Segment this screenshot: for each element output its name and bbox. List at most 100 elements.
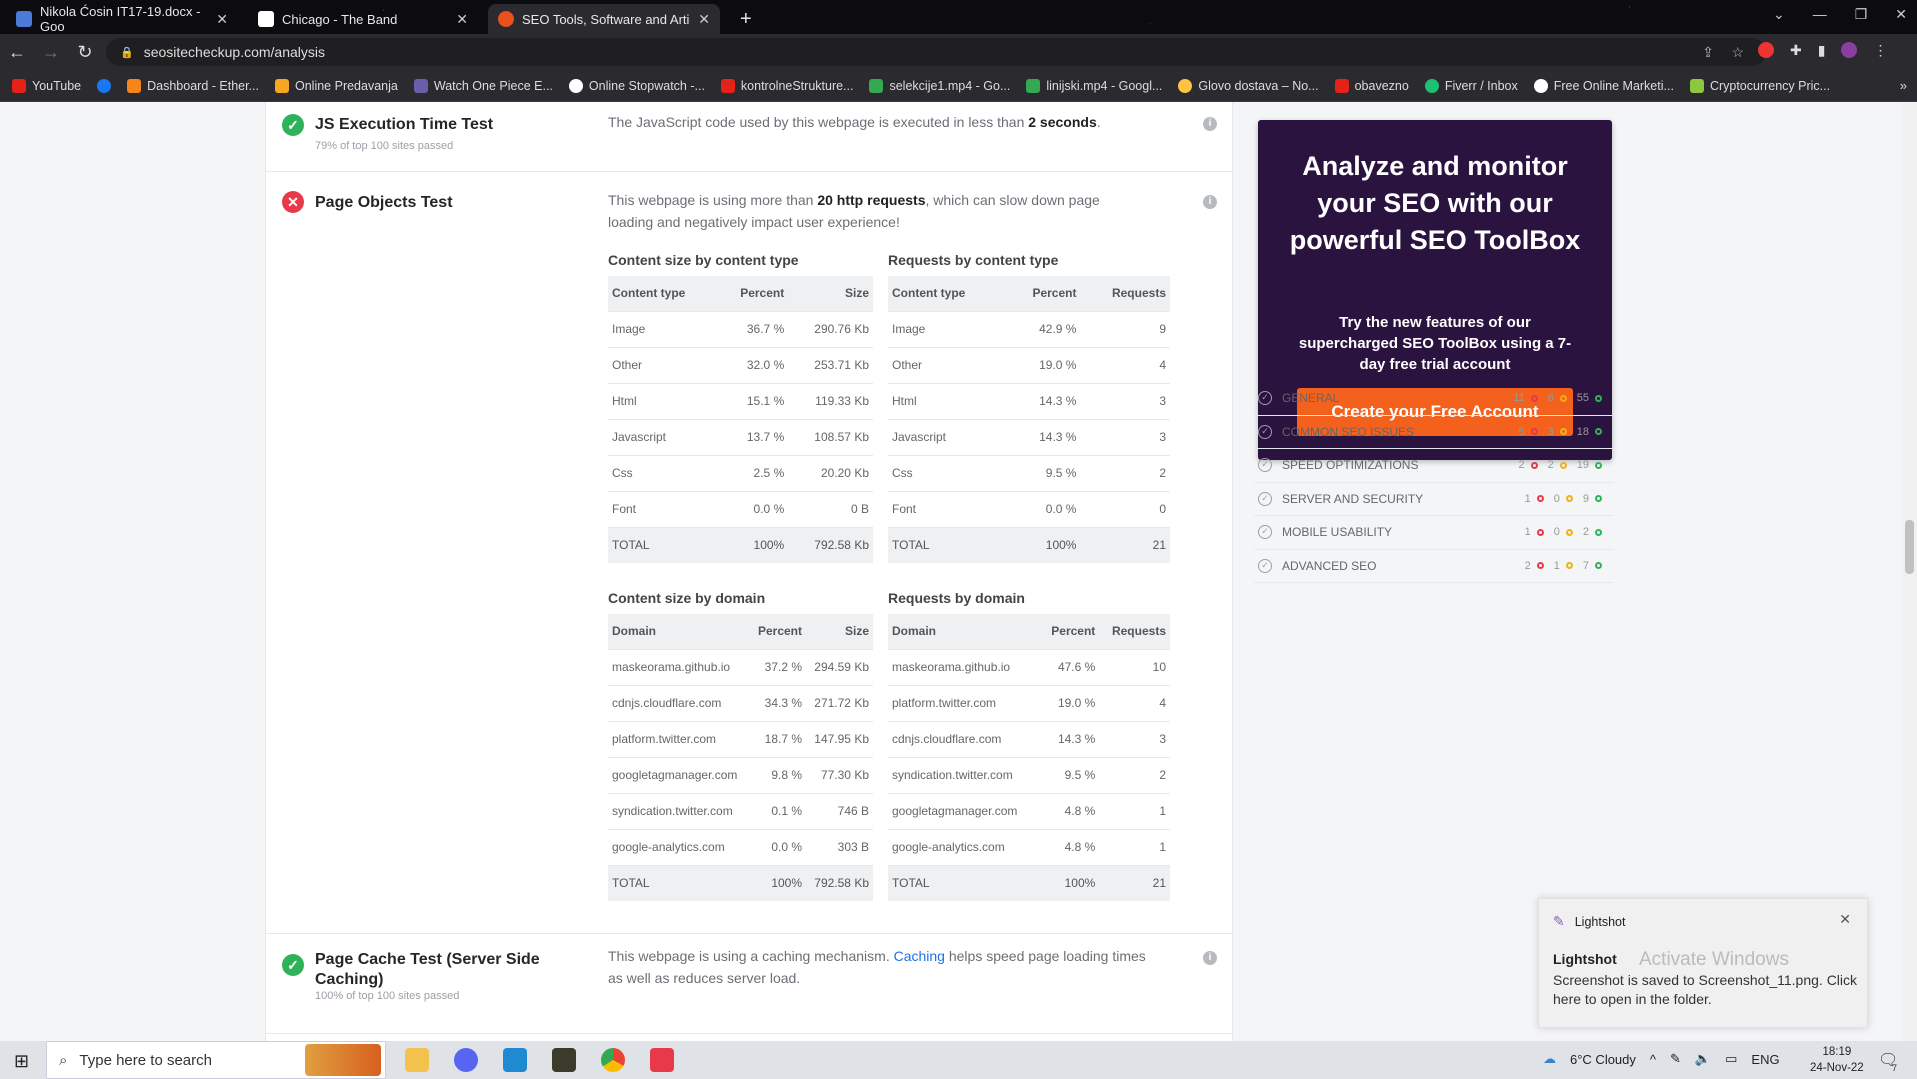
red-dot-icon <box>1530 428 1538 436</box>
restore-icon[interactable]: ❐ <box>1855 6 1868 23</box>
tab-title: SEO Tools, Software and Articles <box>522 11 690 27</box>
red-dot-icon <box>1536 528 1544 536</box>
category-item[interactable]: ✓ MOBILE USABILITY 1 0 2 <box>1254 516 1614 550</box>
chrome-icon[interactable] <box>601 1048 625 1072</box>
table-cell: 253.71 Kb <box>788 346 873 383</box>
profile-avatar-icon[interactable] <box>1841 42 1858 58</box>
close-tab-icon[interactable]: ✕ <box>698 11 710 28</box>
close-tab-icon[interactable]: ✕ <box>216 11 228 28</box>
tray-chevron-icon[interactable]: ^ <box>1650 1052 1656 1067</box>
google-drive-icon <box>1026 78 1041 93</box>
table-cell: Font <box>888 490 1006 527</box>
bookmark-ethermine[interactable]: Dashboard - Ether... <box>127 78 259 93</box>
bookmark-marketing[interactable]: Free Online Marketi... <box>1533 78 1674 93</box>
close-tab-icon[interactable]: ✕ <box>456 11 468 28</box>
windows-taskbar: ⊞ ⌕ Type here to search ☁ 6°C Cloudy ^ ✎… <box>0 1041 1917 1079</box>
more-bookmarks-icon[interactable]: » <box>1900 78 1907 93</box>
tab-chicago[interactable]: Chicago - The Band ✕ <box>248 4 478 34</box>
volume-icon[interactable]: 🔈 <box>1695 1051 1711 1067</box>
bookmark-facebook[interactable] <box>97 78 112 93</box>
info-icon[interactable]: i <box>1203 195 1217 209</box>
table-cell: 0.0 % <box>717 490 789 527</box>
bookmark-linijski[interactable]: linijski.mp4 - Googl... <box>1026 78 1162 93</box>
bookmark-glovo[interactable]: Glovo dostava – No... <box>1178 78 1319 93</box>
column-header: Percent <box>1040 614 1100 649</box>
category-item[interactable]: ✓ COMMON SEO ISSUES 5 3 18 <box>1254 416 1614 449</box>
table-cell: 3 <box>1080 382 1170 419</box>
column-header: Content type <box>608 276 718 311</box>
lightshot-notification[interactable]: ✎ Lightshot ✕ Lightshot Activate Windows… <box>1538 898 1868 1028</box>
check-circle-icon: ✓ <box>1258 525 1272 540</box>
warn-count: 0 <box>1554 493 1573 505</box>
share-icon[interactable]: ⇪ <box>1702 44 1714 61</box>
close-toast-icon[interactable]: ✕ <box>1839 911 1851 928</box>
bookmark-one-piece[interactable]: Watch One Piece E... <box>413 78 553 93</box>
bookmark-crypto[interactable]: Cryptocurrency Pric... <box>1689 78 1830 93</box>
bookmark-fiverr[interactable]: Fiverr / Inbox <box>1424 78 1518 93</box>
table-row: Javascript 13.7 % 108.57 Kb <box>608 418 873 455</box>
pass-check-icon: ✓ <box>282 954 304 976</box>
league-icon[interactable] <box>552 1048 576 1072</box>
caching-link[interactable]: Caching <box>894 948 945 964</box>
category-label: SPEED OPTIMIZATIONS <box>1282 458 1419 473</box>
new-tab-button[interactable]: + <box>730 4 762 34</box>
sidepanel-icon[interactable]: ▮ <box>1818 42 1826 59</box>
table-cell: Other <box>608 346 718 383</box>
page-scrollbar[interactable] <box>1902 102 1917 1041</box>
category-item[interactable]: ✓ ADVANCED SEO 2 1 7 <box>1254 550 1614 583</box>
forward-icon[interactable]: → <box>34 42 68 63</box>
table-title: Requests by domain <box>888 590 1025 606</box>
category-item[interactable]: ✓ SPEED OPTIMIZATIONS 2 2 19 <box>1254 449 1614 483</box>
back-icon[interactable]: ← <box>0 42 34 63</box>
info-icon[interactable]: i <box>1203 951 1217 965</box>
bookmark-stopwatch[interactable]: Online Stopwatch -... <box>568 78 705 93</box>
close-window-icon[interactable]: ✕ <box>1895 6 1907 23</box>
address-bar[interactable]: 🔒 seositecheckup.com/analysis ⇪ ☆ <box>106 38 1766 66</box>
clock-date: 24-Nov-22 <box>1810 1062 1864 1074</box>
table-cell: 19.0 % <box>1040 684 1100 721</box>
promo-text: Try the new features of our supercharged… <box>1298 314 1572 373</box>
scrollbar-thumb[interactable] <box>1905 520 1914 574</box>
pen-icon[interactable]: ✎ <box>1670 1051 1681 1067</box>
bookmark-star-icon[interactable]: ☆ <box>1731 44 1744 61</box>
bookmark-predavanja[interactable]: Online Predavanja <box>275 78 398 93</box>
discord-icon[interactable] <box>454 1048 478 1072</box>
bookmark-obavezno[interactable]: obavezno <box>1334 78 1409 93</box>
table-cell: 14.3 % <box>1005 382 1081 419</box>
vivaldi-icon[interactable] <box>650 1048 674 1072</box>
minimize-icon[interactable]: — <box>1813 6 1827 23</box>
category-item[interactable]: ✓ SERVER AND SECURITY 1 0 9 <box>1254 483 1614 516</box>
pass-count: 2 <box>1583 526 1602 538</box>
table-row: Html 14.3 % 3 <box>888 382 1170 419</box>
bookmark-selekcije[interactable]: selekcije1.mp4 - Go... <box>869 78 1010 93</box>
reload-icon[interactable]: ↻ <box>68 42 102 63</box>
glovo-icon <box>1178 78 1193 93</box>
category-counts: 11 6 55 <box>1513 392 1602 404</box>
lightshot-feather-icon: ✎ <box>1553 913 1565 929</box>
clock[interactable]: 18:19 24-Nov-22 <box>1810 1044 1864 1076</box>
table-cell: 792.58 Kb <box>806 864 873 901</box>
bookmark-youtube[interactable]: YouTube <box>12 78 81 93</box>
category-item[interactable]: ✓ GENERAL 11 6 55 <box>1254 382 1614 416</box>
tab-seo-tools[interactable]: SEO Tools, Software and Articles ✕ <box>488 4 720 34</box>
test-subtitle: 100% of top 100 sites passed <box>315 990 460 1002</box>
extensions-puzzle-icon[interactable]: ✚ <box>1790 42 1802 59</box>
tab-search-icon[interactable]: ⌄ <box>1773 6 1785 23</box>
vscode-icon[interactable] <box>503 1048 527 1072</box>
table-row: Font 0.0 % 0 B <box>608 490 873 527</box>
windows-start-icon[interactable]: ⊞ <box>14 1051 29 1072</box>
bookmark-kontrolne[interactable]: kontrolneStrukture... <box>720 78 853 93</box>
language-indicator[interactable]: ENG <box>1751 1052 1779 1067</box>
green-dot-icon <box>1595 428 1602 436</box>
taskbar-search[interactable]: ⌕ Type here to search <box>46 1041 386 1079</box>
column-header: Size <box>806 614 873 649</box>
adblock-extension-icon[interactable] <box>1758 42 1774 58</box>
network-icon[interactable]: ▭ <box>1725 1051 1737 1067</box>
info-icon[interactable]: i <box>1203 117 1217 131</box>
weather-text[interactable]: 6°C Cloudy <box>1570 1052 1636 1067</box>
menu-kebab-icon[interactable]: ⋮ <box>1873 42 1887 59</box>
fail-count: 2 <box>1525 560 1544 572</box>
tab-google-docs[interactable]: Nikola Ćosin IT17-19.docx - Goo ✕ <box>6 4 238 34</box>
table-cell: 21 <box>1080 526 1170 563</box>
file-explorer-icon[interactable] <box>405 1048 429 1072</box>
